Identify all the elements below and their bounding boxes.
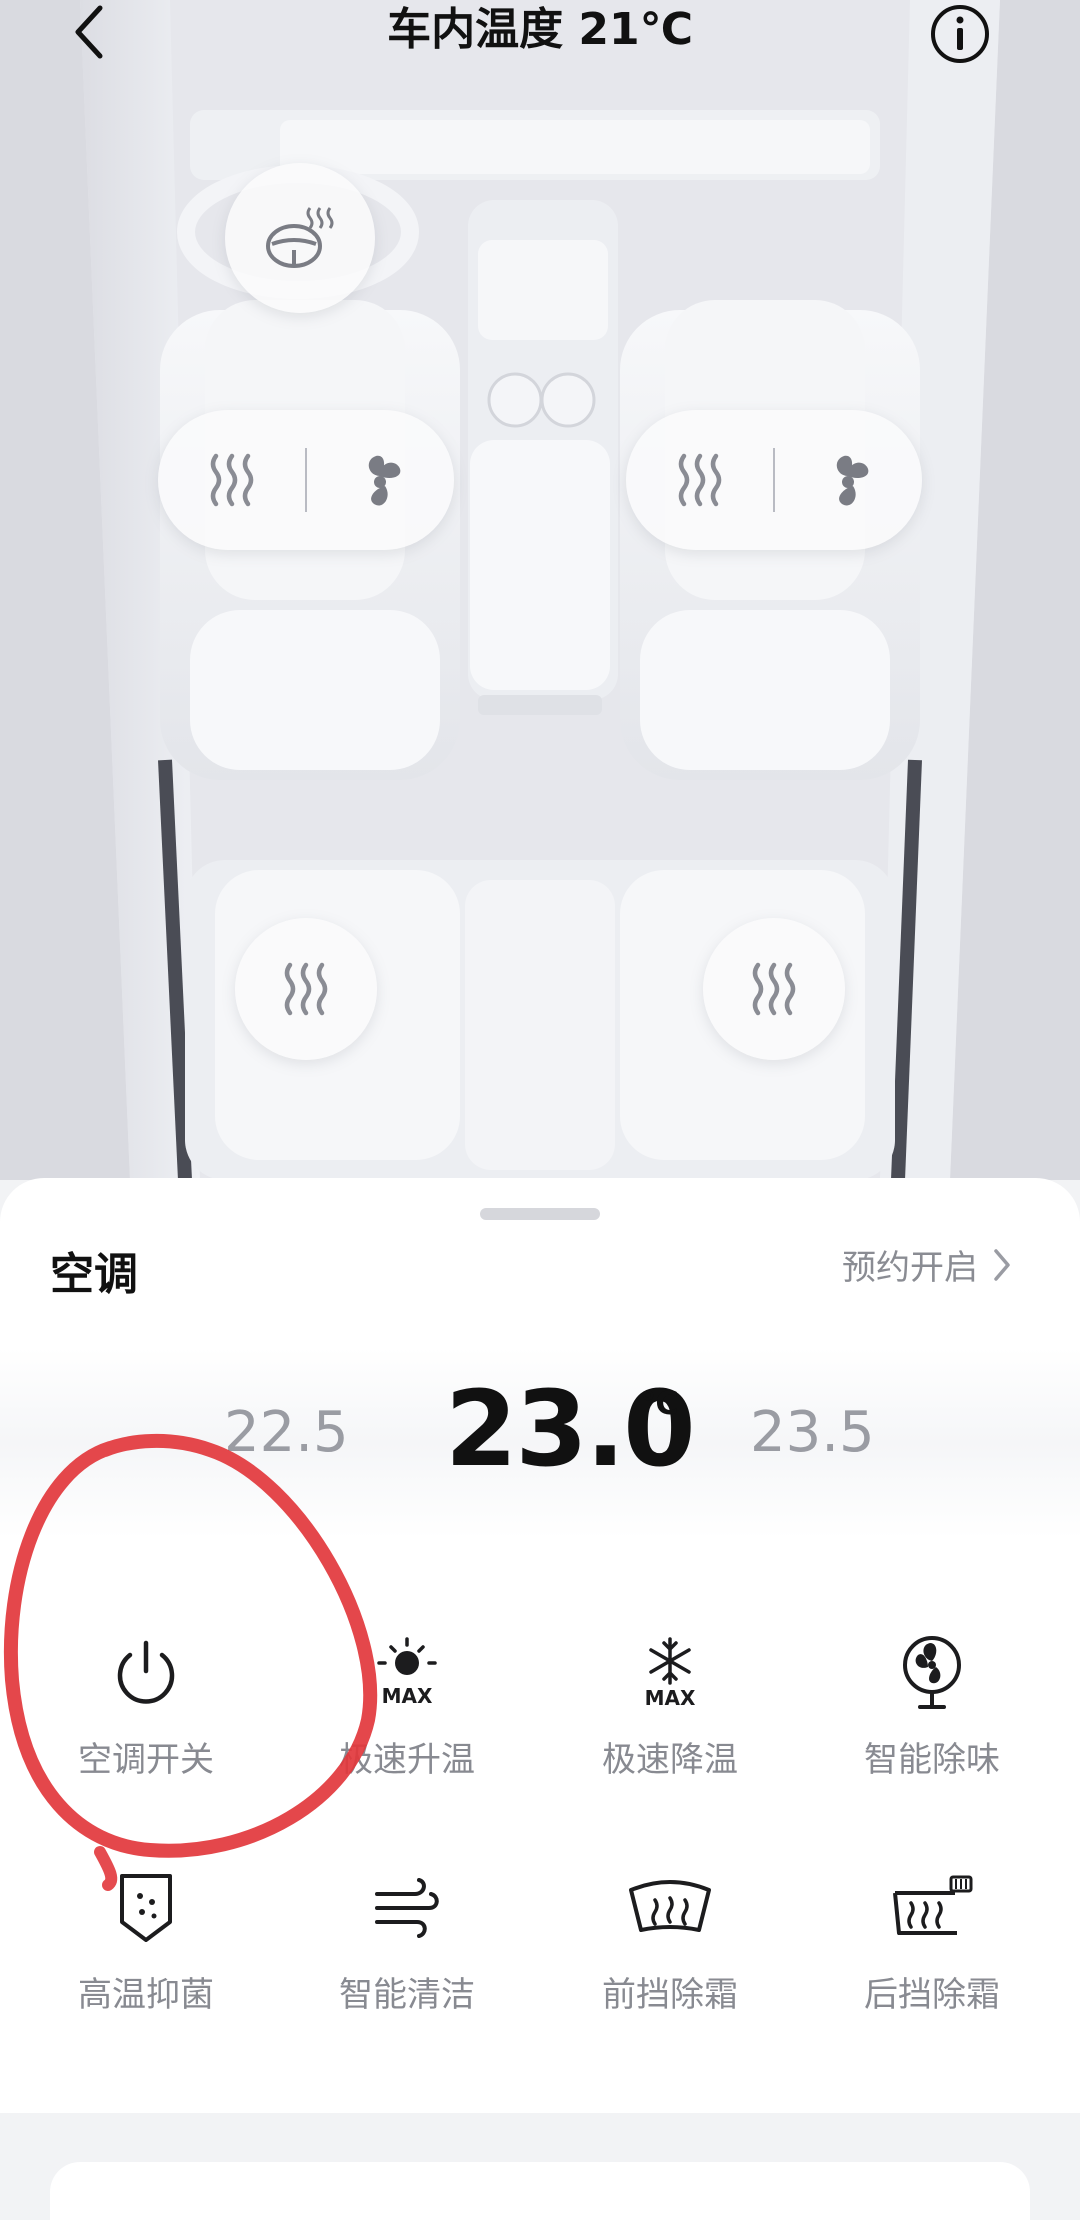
car-interior-view: 车内温度 21℃ bbox=[0, 0, 1080, 1180]
front-right-seat-controls bbox=[626, 410, 922, 550]
smart-deodorize-label: 智能除味 bbox=[864, 1740, 1000, 1780]
quick-cool-label: 极速降温 bbox=[602, 1740, 738, 1780]
front-left-seat-heat-button[interactable] bbox=[158, 410, 305, 550]
power-icon bbox=[117, 1640, 175, 1704]
fan-icon bbox=[837, 455, 869, 506]
high-temp-sterilize-button[interactable]: 高温抑菌 bbox=[46, 1863, 246, 2016]
front-right-seat-heat-button[interactable] bbox=[626, 410, 773, 550]
front-defrost-icon bbox=[629, 1880, 711, 1932]
schedule-button[interactable]: 预约开启 bbox=[842, 1240, 1012, 1289]
front-left-seat-controls bbox=[158, 410, 454, 550]
smart-deodorize-button[interactable]: 智能除味 bbox=[832, 1628, 1032, 1781]
smart-clean-label: 智能清洁 bbox=[339, 1975, 475, 2015]
ac-power-button[interactable]: 空调开关 bbox=[46, 1628, 246, 1781]
quick-heat-label: 极速升温 bbox=[339, 1740, 475, 1780]
top-bar: 车内温度 21℃ bbox=[0, 0, 1080, 64]
seat-heat-icon bbox=[752, 962, 796, 1016]
info-icon bbox=[931, 5, 989, 63]
shield-dots-icon bbox=[120, 1874, 172, 1942]
high-temp-sterilize-label: 高温抑菌 bbox=[78, 1975, 214, 2015]
snowflake-max-icon: MAX bbox=[645, 1637, 696, 1710]
temp-unit: ℃ bbox=[640, 1384, 679, 1422]
front-left-seat-vent-button[interactable] bbox=[307, 410, 454, 550]
next-card bbox=[50, 2162, 1030, 2220]
rear-left-seat-heat-button[interactable] bbox=[235, 918, 377, 1060]
car-interior-illustration bbox=[0, 0, 1080, 1180]
fan-circle-icon bbox=[903, 1636, 961, 1709]
front-defrost-label: 前挡除霜 bbox=[602, 1975, 738, 2015]
sheet-drag-handle[interactable] bbox=[480, 1208, 600, 1220]
svg-text:MAX: MAX bbox=[645, 1686, 696, 1710]
svg-text:MAX: MAX bbox=[382, 1684, 433, 1708]
temp-option-higher[interactable]: 23.5 bbox=[750, 1400, 875, 1465]
front-right-seat-vent-button[interactable] bbox=[775, 410, 922, 550]
rear-right-seat-heat-button[interactable] bbox=[703, 918, 845, 1060]
seat-heat-icon bbox=[284, 962, 328, 1016]
front-defrost-button[interactable]: 前挡除霜 bbox=[570, 1863, 770, 2016]
ac-power-label: 空调开关 bbox=[78, 1740, 214, 1780]
seat-heat-icon bbox=[210, 453, 253, 507]
wind-icon bbox=[375, 1878, 439, 1938]
smart-clean-button[interactable]: 智能清洁 bbox=[307, 1863, 507, 2016]
page-title: 车内温度 21℃ bbox=[387, 4, 693, 55]
steering-wheel-heat-icon bbox=[266, 207, 334, 268]
rear-defrost-button[interactable]: 后挡除霜 bbox=[832, 1863, 1032, 2016]
ac-section-title: 空调 bbox=[50, 1249, 138, 1300]
steering-wheel-heat-button[interactable] bbox=[225, 163, 375, 313]
rear-defrost-icon bbox=[893, 1875, 973, 1935]
rear-defrost-label: 后挡除霜 bbox=[864, 1975, 1000, 2015]
fan-icon bbox=[369, 455, 401, 506]
sun-max-icon: MAX bbox=[377, 1637, 437, 1708]
info-button[interactable] bbox=[928, 2, 992, 66]
seat-heat-icon bbox=[678, 453, 721, 507]
chevron-right-icon bbox=[994, 1248, 1010, 1281]
quick-heat-button[interactable]: MAX 极速升温 bbox=[307, 1628, 507, 1781]
temp-option-lower[interactable]: 22.5 bbox=[224, 1400, 349, 1465]
ac-control-sheet: 空调 预约开启 22.5 23.0 ℃ 23.5 空调开关 MAX 极速升温 M… bbox=[0, 1178, 1080, 2113]
schedule-label: 预约开启 bbox=[842, 1248, 978, 1288]
quick-cool-button[interactable]: MAX 极速降温 bbox=[570, 1628, 770, 1781]
